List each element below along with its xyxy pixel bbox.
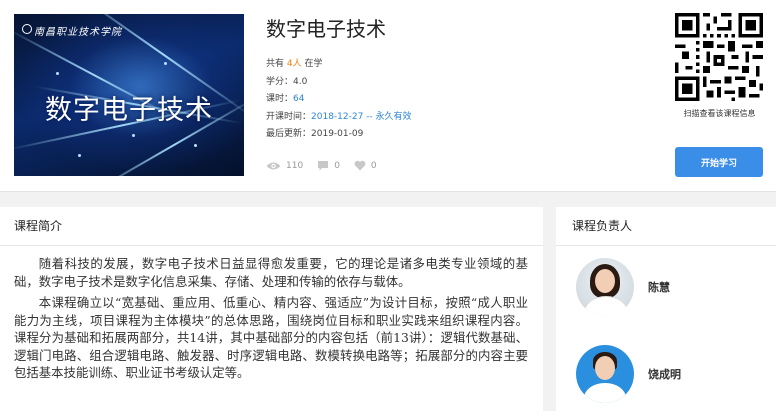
enroll-prefix: 共有	[266, 59, 285, 69]
teacher-item[interactable]: 饶成明	[576, 345, 681, 403]
course-header: 南昌职业技术学院 数字电子技术 数字电子技术 共有 4人 在学 学分：4.0 课…	[0, 0, 776, 192]
school-logo	[22, 24, 32, 34]
comments-stat[interactable]: 0	[317, 160, 340, 171]
updated-label: 最后更新：	[266, 129, 312, 139]
teacher-name: 陈慧	[648, 281, 670, 294]
credit-label: 学分：	[266, 77, 294, 87]
course-lead-panel: 课程负责人 陈慧 饶成明	[556, 207, 776, 411]
hours-value: 64	[293, 94, 305, 104]
teachers-header: 课程负责人	[556, 207, 776, 246]
credit-value: 4.0	[293, 77, 308, 87]
intro-paragraph: 本课程确立以“宽基础、重应用、低重心、精内容、强适应”为设计目标，按照“成人职业…	[14, 295, 528, 380]
heart-icon	[354, 160, 366, 171]
qr-code	[675, 13, 763, 101]
open-label: 开课时间：	[266, 112, 312, 122]
last-updated: 最后更新：2019-01-09	[266, 126, 363, 139]
avatar	[576, 345, 634, 403]
teacher-name: 饶成明	[648, 368, 681, 381]
course-intro-panel: 课程简介 随着科技的发展，数字电子技术日益显得愈发重要，它的理论是诸多电类专业领…	[0, 207, 543, 411]
hours-label: 课时：	[266, 94, 294, 104]
comment-icon	[318, 161, 329, 171]
eye-icon	[266, 162, 281, 169]
open-time: 开课时间：2018-12-27 -- 永久有效	[266, 109, 412, 122]
qr-caption: 扫描查看该课程信息	[683, 109, 756, 118]
cover-title: 数字电子技术	[45, 95, 213, 126]
open-value: 2018-12-27 -- 永久有效	[311, 112, 412, 122]
updated-value: 2019-01-09	[311, 129, 364, 139]
cover-school-name: 南昌职业技术学院	[34, 27, 122, 38]
likes-stat[interactable]: 0	[354, 160, 377, 171]
course-cover-image: 南昌职业技术学院 数字电子技术	[14, 14, 244, 176]
intro-text: 随着科技的发展，数字电子技术日益显得愈发重要，它的理论是诸多电类专业领域的基础，…	[14, 255, 528, 386]
comments-count: 0	[334, 160, 340, 171]
enroll-suffix: 在学	[304, 59, 323, 69]
enroll-count: 共有 4人 在学	[266, 56, 323, 69]
credit: 学分：4.0	[266, 74, 307, 87]
avatar	[576, 258, 634, 316]
teacher-item[interactable]: 陈慧	[576, 258, 670, 316]
course-stats: 110 0 0	[266, 160, 391, 171]
views-count: 110	[286, 160, 304, 171]
views-stat: 110	[266, 161, 303, 171]
intro-header: 课程简介	[0, 207, 543, 246]
course-title: 数字电子技术	[266, 17, 386, 41]
enroll-number: 4人	[286, 59, 302, 69]
start-learning-button[interactable]: 开始学习	[675, 147, 763, 177]
intro-paragraph: 随着科技的发展，数字电子技术日益显得愈发重要，它的理论是诸多电类专业领域的基础，…	[14, 256, 528, 289]
likes-count: 0	[370, 160, 377, 171]
class-hours: 课时：64	[266, 91, 304, 104]
